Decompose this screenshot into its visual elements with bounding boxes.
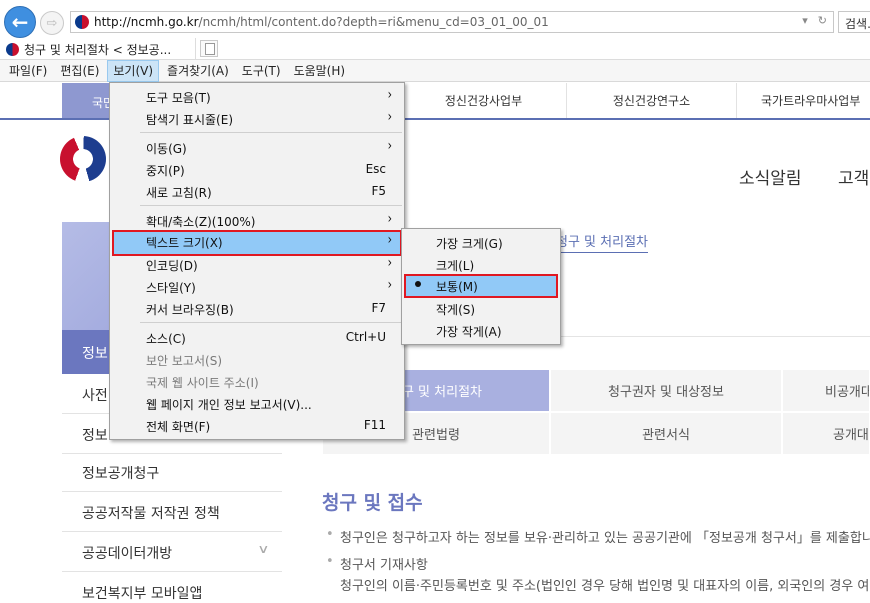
- forward-button[interactable]: ⇨: [40, 11, 64, 35]
- view-menu-full-screen[interactable]: 전체 화면(F) F11: [112, 414, 402, 436]
- menu-view[interactable]: 보기(V): [107, 60, 160, 82]
- top-nav-customer[interactable]: 고객: [838, 164, 869, 189]
- side-menu-item[interactable]: 공공저작물 저작권 정책: [62, 492, 282, 532]
- view-menu-toolbars[interactable]: 도구 모음(T) ›: [112, 85, 402, 107]
- text-size-smallest[interactable]: 가장 작게(A): [404, 319, 558, 341]
- site-favicon-icon: [75, 15, 89, 29]
- menu-separator: [140, 322, 402, 323]
- submenu-arrow-icon: ›: [387, 86, 392, 103]
- side-menu-item[interactable]: 정보공개청구: [62, 452, 282, 492]
- browser-tab[interactable]: 청구 및 처리절차 < 정보공...: [0, 38, 196, 60]
- submenu-arrow-icon: ›: [387, 254, 392, 271]
- new-tab-button[interactable]: [200, 40, 218, 57]
- view-menu-zoom[interactable]: 확대/축소(Z)(100%) ›: [112, 209, 402, 231]
- view-menu-stop[interactable]: 중지(P) Esc: [112, 158, 402, 180]
- paragraph: 청구인의 이름·주민등록번호 및 주소(법인인 경우 당해 법인명 및 대표자의…: [340, 579, 870, 594]
- menu-separator: [140, 132, 402, 133]
- text-size-larger[interactable]: 크게(L): [404, 253, 558, 275]
- menu-help[interactable]: 도움말(H): [289, 60, 351, 82]
- submenu-arrow-icon: ›: [387, 108, 392, 125]
- text-size-submenu: 가장 크게(G) 크게(L) 보통(M) 작게(S) 가장 작게(A): [401, 228, 561, 345]
- paragraph: 청구인은 청구하고자 하는 정보를 보유·관리하고 있는 공공기관에 「정보공개…: [340, 531, 870, 546]
- gnb-item-3[interactable]: 정신건강연구소: [566, 83, 736, 118]
- side-menu-item-open-data[interactable]: 공공데이터개방 ∨: [62, 532, 282, 572]
- site-logo[interactable]: [60, 136, 106, 182]
- section-title: 청구 및 접수: [322, 492, 423, 514]
- view-menu-style[interactable]: 스타일(Y) ›: [112, 275, 402, 297]
- tab-favicon-icon: [6, 42, 19, 56]
- back-button[interactable]: ←: [4, 6, 36, 38]
- refresh-icon[interactable]: ↻: [818, 14, 827, 27]
- view-menu-security-report: 보안 보고서(S): [146, 354, 222, 368]
- gnb-item-4[interactable]: 국가트라우마사업부: [736, 83, 870, 118]
- view-menu-privacy-report[interactable]: 웹 페이지 개인 정보 보고서(V)...: [112, 392, 402, 414]
- view-menu-source[interactable]: 소스(C) Ctrl+U: [112, 326, 402, 348]
- menu-separator: [140, 205, 402, 206]
- tab-eligibility[interactable]: 청구권자 및 대상정보: [550, 369, 782, 412]
- menu-file[interactable]: 파일(F): [4, 60, 52, 82]
- tab-disclosure[interactable]: 공개대: [782, 412, 870, 455]
- submenu-arrow-icon: ›: [387, 210, 392, 227]
- divider: [556, 336, 870, 337]
- tab-strip: 청구 및 처리절차 < 정보공...: [0, 38, 870, 60]
- tab-title: 청구 및 처리절차 < 정보공...: [24, 42, 172, 57]
- view-menu-refresh[interactable]: 새로 고침(R) F5: [112, 180, 402, 202]
- view-menu-caret-browsing[interactable]: 커서 브라우징(B) F7: [112, 297, 402, 319]
- view-menu-explorer-bars[interactable]: 탐색기 표시줄(E) ›: [112, 107, 402, 129]
- view-menu-encoding[interactable]: 인코딩(D) ›: [112, 253, 402, 275]
- menu-favorites[interactable]: 즐겨찾기(A): [162, 60, 234, 82]
- submenu-arrow-icon: ›: [387, 276, 392, 293]
- gnb-item-2[interactable]: 정신건강사업부: [400, 83, 566, 118]
- bullet: •: [326, 527, 334, 542]
- paragraph: 청구서 기재사항: [340, 558, 428, 573]
- tab-nondisclosure[interactable]: 비공개대: [782, 369, 870, 412]
- menu-bar: 파일(F) 편집(E) 보기(V) 즐겨찾기(A) 도구(T) 도움말(H): [0, 60, 870, 82]
- view-menu-international-address: 국제 웹 사이트 주소(I): [146, 376, 259, 390]
- text-size-largest[interactable]: 가장 크게(G): [404, 231, 558, 253]
- submenu-arrow-icon: ›: [387, 137, 392, 154]
- search-box[interactable]: 검색...: [838, 11, 870, 33]
- bullet: •: [326, 554, 334, 569]
- top-nav-news[interactable]: 소식알림: [739, 164, 802, 189]
- tab-forms[interactable]: 관련서식: [550, 412, 782, 455]
- text-size-smaller[interactable]: 작게(S): [404, 297, 558, 319]
- url-text: http://ncmh.go.kr/ncmh/html/content.do?d…: [94, 15, 549, 29]
- view-menu-go-to[interactable]: 이동(G) ›: [112, 136, 402, 158]
- radio-selected-icon: [415, 281, 421, 287]
- side-menu-item[interactable]: 보건복지부 모바일앱: [62, 572, 282, 603]
- forward-arrow-icon: ⇨: [46, 15, 58, 31]
- menu-edit[interactable]: 편집(E): [55, 60, 104, 82]
- address-bar[interactable]: http://ncmh.go.kr/ncmh/html/content.do?d…: [70, 11, 834, 33]
- address-bar-row: ← ⇨ http://ncmh.go.kr/ncmh/html/content.…: [0, 0, 870, 40]
- page-heading-link: 청구 및 처리절차: [556, 231, 648, 253]
- back-arrow-icon: ←: [11, 10, 29, 34]
- view-menu: 도구 모음(T) › 탐색기 표시줄(E) › 이동(G) › 중지(P) Esc 새로…: [109, 82, 405, 440]
- text-size-medium[interactable]: 보통(M): [404, 274, 558, 298]
- dropdown-arrow-icon[interactable]: ▾: [802, 14, 808, 27]
- chevron-down-icon: ∨: [257, 542, 270, 556]
- menu-tools[interactable]: 도구(T): [237, 60, 286, 82]
- submenu-arrow-icon: ›: [387, 231, 392, 248]
